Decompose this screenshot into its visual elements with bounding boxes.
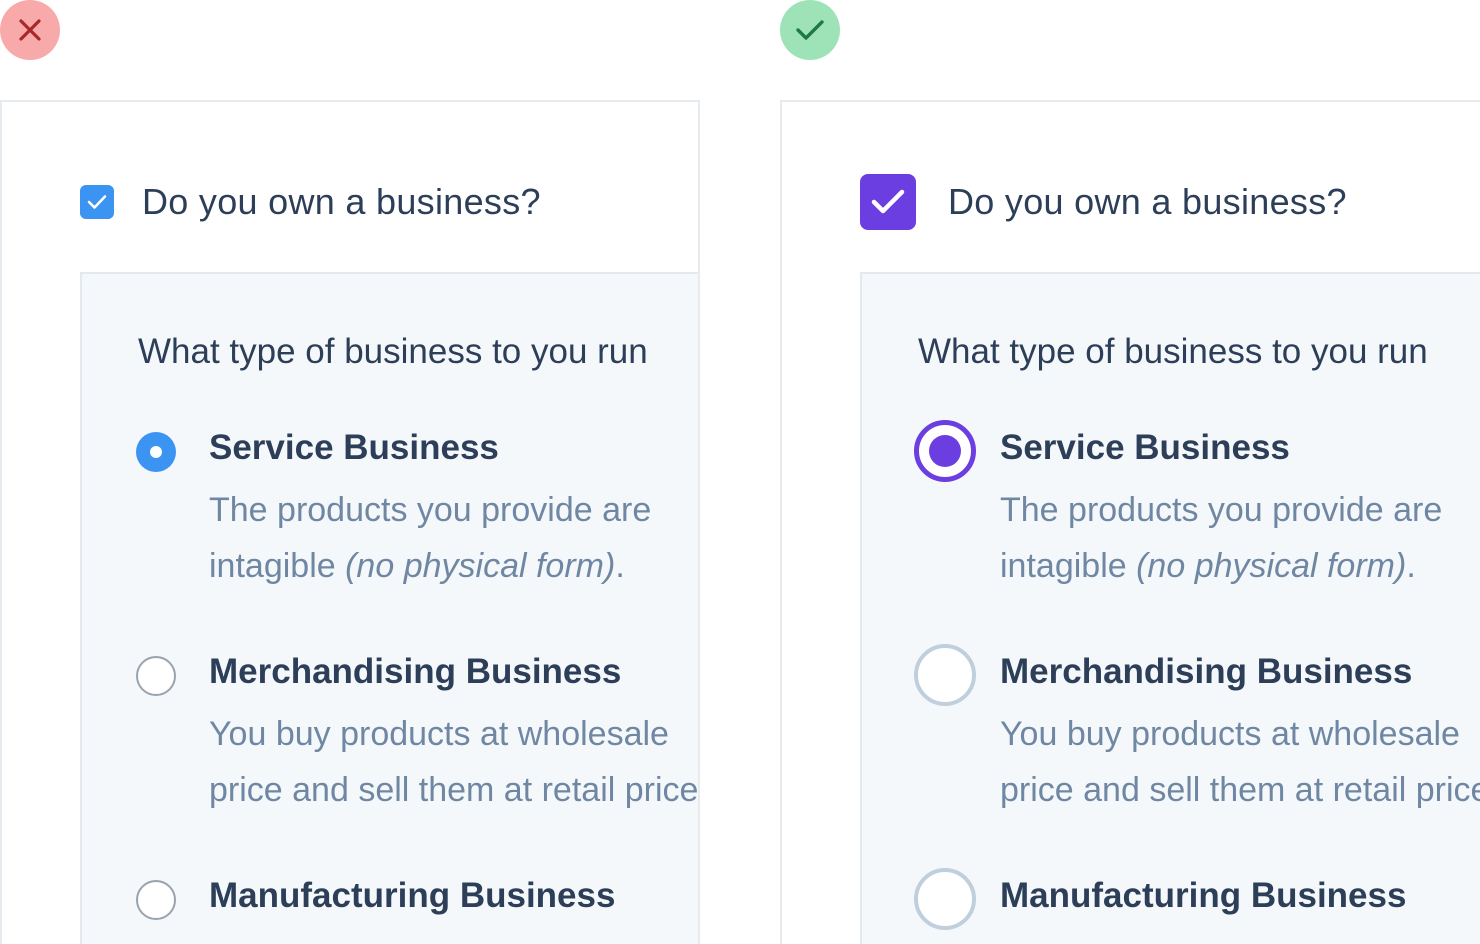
check-icon bbox=[796, 20, 824, 40]
business-checkbox[interactable] bbox=[860, 174, 916, 230]
description-line: You buy products at wholesale bbox=[209, 715, 669, 753]
option-title: Service Business bbox=[1000, 428, 1290, 467]
business-type-panel: What type of business to you run Service… bbox=[80, 272, 698, 944]
business-checkbox[interactable] bbox=[80, 185, 114, 219]
checkmark-icon bbox=[871, 189, 905, 214]
option-title: Service Business bbox=[209, 428, 499, 467]
good-example-card: Do you own a business? What type of busi… bbox=[780, 100, 1480, 944]
description-line: intagible (no physical form). bbox=[209, 547, 625, 585]
description-line: You buy products with the intent bbox=[209, 930, 690, 944]
radio-unselected[interactable] bbox=[914, 868, 976, 930]
description-line: You buy products at wholesale bbox=[1000, 715, 1460, 753]
description-line: The products you provide are bbox=[209, 491, 652, 529]
bad-example-card: Do you own a business? What type of busi… bbox=[0, 100, 700, 944]
radio-unselected[interactable] bbox=[914, 644, 976, 706]
radio-unselected[interactable] bbox=[136, 656, 176, 696]
close-icon bbox=[19, 19, 41, 41]
description-line: You buy products with the intent bbox=[1000, 930, 1480, 944]
option-description: You buy products at wholesale price and … bbox=[209, 706, 698, 818]
description-line: price and sell them at retail price bbox=[1000, 771, 1480, 809]
business-question[interactable]: Do you own a business? bbox=[860, 174, 1347, 230]
option-title: Manufacturing Business bbox=[1000, 876, 1407, 915]
question-label: Do you own a business? bbox=[948, 181, 1347, 222]
option-title: Merchandising Business bbox=[209, 652, 622, 691]
good-example-badge bbox=[780, 0, 840, 60]
business-question[interactable]: Do you own a business? bbox=[80, 174, 541, 230]
radio-selected[interactable] bbox=[914, 420, 976, 482]
option-title: Merchandising Business bbox=[1000, 652, 1413, 691]
description-line: intagible (no physical form). bbox=[1000, 547, 1416, 585]
business-type-panel: What type of business to you run Service… bbox=[860, 272, 1480, 944]
checkmark-icon bbox=[87, 195, 107, 209]
radio-unselected[interactable] bbox=[136, 880, 176, 920]
description-line: price and sell them at retail price bbox=[209, 771, 699, 809]
question-label: Do you own a business? bbox=[142, 181, 541, 222]
description-line: The products you provide are bbox=[1000, 491, 1443, 529]
panel-title: What type of business to you run bbox=[918, 332, 1428, 371]
option-description: The products you provide are intagible (… bbox=[209, 482, 651, 594]
bad-example-badge bbox=[0, 0, 60, 60]
option-description: You buy products with the intent bbox=[1000, 930, 1480, 944]
option-description: You buy products at wholesale price and … bbox=[1000, 706, 1480, 818]
option-title: Manufacturing Business bbox=[209, 876, 616, 915]
option-description: The products you provide are intagible (… bbox=[1000, 482, 1442, 594]
option-description: You buy products with the intent bbox=[209, 930, 690, 944]
radio-selected[interactable] bbox=[136, 432, 176, 472]
panel-title: What type of business to you run bbox=[138, 332, 648, 371]
